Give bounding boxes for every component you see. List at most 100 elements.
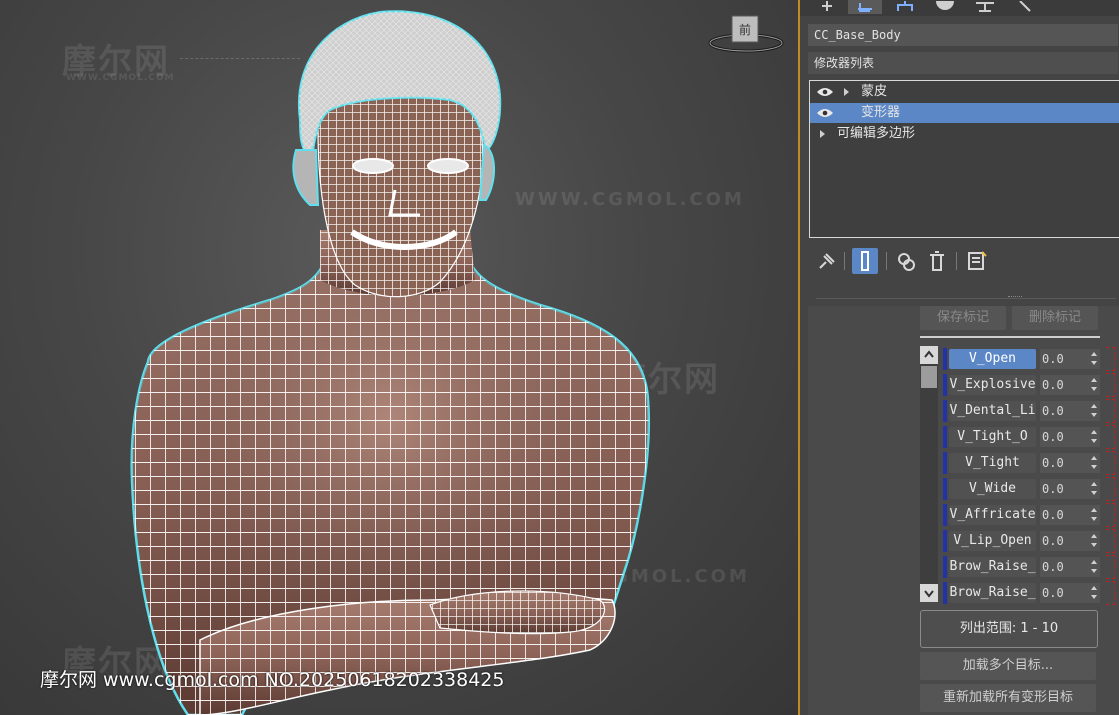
remove-modifier-button[interactable] — [924, 248, 950, 274]
configure-modifier-sets-icon — [968, 251, 987, 270]
channel-name-button[interactable]: V_Explosive — [949, 375, 1036, 395]
channel-value-field[interactable]: 0.0 — [1040, 557, 1088, 577]
channel-spinner[interactable] — [1088, 479, 1100, 499]
make-unique-button[interactable] — [894, 248, 920, 274]
toolbar-separator — [844, 252, 845, 270]
scroll-down-button[interactable] — [920, 584, 938, 602]
eye-icon[interactable] — [816, 87, 834, 97]
channel-row[interactable]: Brow_Raise_ 0.0 — [941, 554, 1119, 580]
expand-arrow-icon[interactable] — [820, 130, 825, 138]
hierarchy-tab[interactable] — [888, 0, 922, 14]
object-name-field[interactable]: CC_Base_Body — [808, 24, 1118, 46]
channel-row[interactable]: Brow_Raise_ 0.0 — [941, 580, 1119, 606]
channel-color-bar — [943, 452, 947, 474]
channel-row[interactable]: V_Open 0.0 — [941, 346, 1119, 372]
view-cube[interactable]: 前 — [706, 10, 786, 60]
stack-item-editable-poly[interactable]: 可编辑多边形 — [810, 124, 1119, 144]
channel-spinner[interactable] — [1088, 349, 1100, 369]
channel-value-field[interactable]: 0.0 — [1040, 453, 1088, 473]
view-cube-front-label[interactable]: 前 — [732, 21, 758, 38]
channel-row[interactable]: V_Tight 0.0 — [941, 450, 1119, 476]
channel-color-bar — [943, 426, 947, 448]
channel-spinner[interactable] — [1088, 427, 1100, 447]
channel-marker-indicator — [1106, 555, 1115, 579]
channel-row[interactable]: V_Lip_Open 0.0 — [941, 528, 1119, 554]
channel-name-button[interactable]: V_Affricate — [949, 505, 1036, 525]
channel-color-bar — [943, 348, 947, 370]
configure-modifier-sets-button[interactable] — [964, 248, 990, 274]
channel-marker-indicator — [1106, 451, 1115, 475]
modifier-list-dropdown[interactable]: 修改器列表 — [808, 52, 1118, 74]
channel-color-bar — [943, 478, 947, 500]
create-tab[interactable] — [810, 0, 844, 14]
chevron-up-icon — [924, 350, 934, 358]
pin-stack-button[interactable] — [812, 248, 838, 274]
channel-spinner[interactable] — [1088, 401, 1100, 421]
channel-row[interactable]: V_Wide 0.0 — [941, 476, 1119, 502]
channel-value-field[interactable]: 0.0 — [1040, 375, 1088, 395]
channel-scrollbar[interactable] — [920, 346, 938, 602]
channel-spinner[interactable] — [1088, 531, 1100, 551]
motion-icon — [936, 0, 954, 10]
utilities-tab[interactable] — [1008, 0, 1042, 14]
channel-row[interactable]: V_Dental_Li 0.0 — [941, 398, 1119, 424]
channel-value-field[interactable]: 0.0 — [1040, 401, 1088, 421]
stack-item-label: 蒙皮 — [861, 84, 888, 99]
panel-resize-grip[interactable] — [1008, 296, 1022, 300]
toolbar-separator — [956, 252, 957, 270]
channel-value-field[interactable]: 0.0 — [1040, 427, 1088, 447]
panel-separator — [816, 298, 1116, 299]
scroll-thumb[interactable] — [921, 366, 937, 388]
channel-spinner[interactable] — [1088, 583, 1100, 603]
channel-value-field[interactable]: 0.0 — [1040, 505, 1088, 525]
display-tab[interactable] — [968, 0, 1002, 14]
channel-marker-indicator — [1106, 373, 1115, 397]
channel-spinner[interactable] — [1088, 557, 1100, 577]
channel-value-field[interactable]: 0.0 — [1040, 349, 1088, 369]
channel-row[interactable]: V_Affricate 0.0 — [941, 502, 1119, 528]
channel-color-bar — [943, 556, 947, 578]
motion-tab[interactable] — [928, 0, 962, 14]
modify-tab[interactable] — [848, 0, 882, 14]
scroll-up-button[interactable] — [920, 346, 938, 364]
stack-item-skin[interactable]: 蒙皮 — [810, 82, 1119, 102]
channel-name-button[interactable]: V_Tight_O — [949, 427, 1036, 447]
channel-marker-indicator — [1106, 581, 1115, 605]
show-end-result-icon — [861, 251, 869, 271]
channel-spinner[interactable] — [1088, 505, 1100, 525]
delete-marker-button[interactable]: 删除标记 — [1012, 306, 1098, 330]
channel-marker-indicator — [1106, 425, 1115, 449]
modify-icon — [858, 3, 872, 12]
channel-spinner[interactable] — [1088, 453, 1100, 473]
channel-spinner[interactable] — [1088, 375, 1100, 395]
save-marker-button[interactable]: 保存标记 — [920, 306, 1006, 330]
channel-name-button[interactable]: V_Open — [949, 349, 1036, 369]
eye-icon[interactable] — [816, 108, 834, 118]
command-panel-tabs — [800, 0, 1119, 16]
channel-row[interactable]: V_Explosive 0.0 — [941, 372, 1119, 398]
channel-name-button[interactable]: V_Dental_Li — [949, 401, 1036, 421]
channel-name-button[interactable]: V_Lip_Open — [949, 531, 1036, 551]
channel-name-button[interactable]: V_Tight — [949, 453, 1036, 473]
load-multiple-targets-button[interactable]: 加载多个目标... — [920, 652, 1096, 680]
stack-item-label: 可编辑多边形 — [837, 126, 916, 141]
trash-icon — [930, 251, 944, 271]
channel-value-field[interactable]: 0.0 — [1040, 479, 1088, 499]
channel-name-button[interactable]: Brow_Raise_ — [949, 583, 1036, 603]
channel-name-button[interactable]: V_Wide — [949, 479, 1036, 499]
channel-value-field[interactable]: 0.0 — [1040, 531, 1088, 551]
perspective-viewport[interactable]: 摩尔网 WWW.CGMOL.COM WWW.CGMOL.COM 摩尔网 WWW.… — [0, 0, 800, 715]
list-range-display: 列出范围: 1 - 10 — [920, 610, 1098, 648]
stack-item-morpher[interactable]: 变形器 — [810, 103, 1119, 123]
show-end-result-button[interactable] — [852, 248, 878, 274]
expand-arrow-icon[interactable] — [844, 88, 849, 96]
channel-color-bar — [943, 400, 947, 422]
channel-marker-indicator — [1106, 529, 1115, 553]
channel-name-button[interactable]: Brow_Raise_ — [949, 557, 1036, 577]
command-panel: CC_Base_Body 修改器列表 蒙皮 变形器 可编辑多边形 保存标记 删除… — [800, 0, 1119, 715]
character-wireframe-model[interactable] — [0, 0, 800, 715]
create-plus-icon — [822, 1, 832, 11]
reload-all-targets-button[interactable]: 重新加载所有变形目标 — [920, 684, 1096, 712]
channel-value-field[interactable]: 0.0 — [1040, 583, 1088, 603]
channel-row[interactable]: V_Tight_O 0.0 — [941, 424, 1119, 450]
